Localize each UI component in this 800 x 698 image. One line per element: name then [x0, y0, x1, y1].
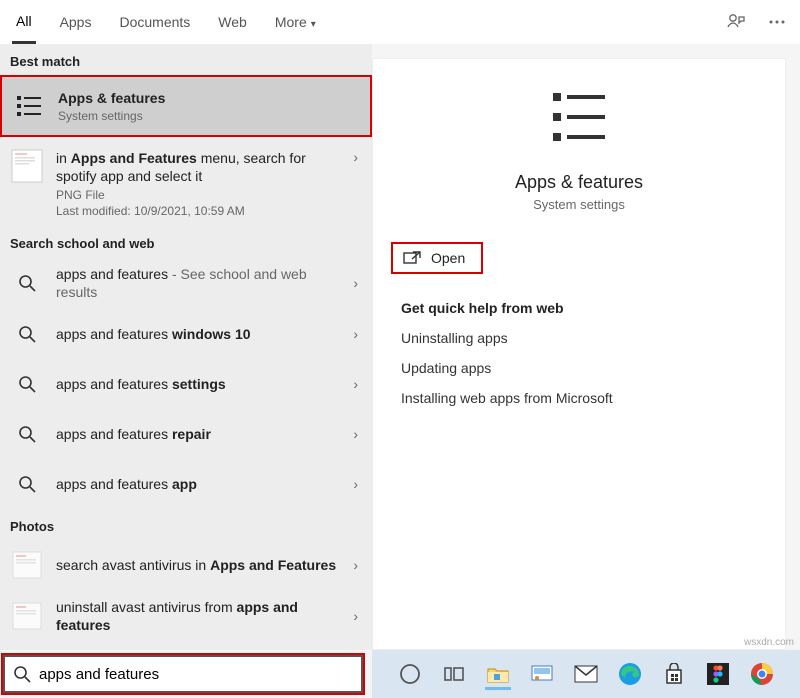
chevron-right-icon: › — [353, 376, 358, 392]
photo-result-1[interactable]: uninstall avast antivirus from apps and … — [0, 590, 372, 642]
search-icon — [10, 417, 44, 451]
web-result-1[interactable]: apps and features windows 10 › — [0, 309, 372, 359]
apps-features-icon — [12, 89, 46, 123]
chevron-right-icon: › — [353, 557, 358, 573]
preview-pane: Apps & features System settings Open Get… — [372, 58, 786, 650]
web-result-title: apps and features settings — [56, 375, 342, 393]
open-icon — [403, 250, 421, 266]
search-bar — [0, 650, 372, 698]
watermark: wsxdn.com — [744, 637, 794, 648]
web-result-2[interactable]: apps and features settings › — [0, 359, 372, 409]
tab-more[interactable]: More — [271, 2, 320, 42]
search-icon — [10, 317, 44, 351]
chevron-right-icon: › — [353, 149, 358, 165]
web-result-title: apps and features - See school and web r… — [56, 265, 342, 301]
web-result-title: apps and features windows 10 — [56, 325, 342, 343]
photo-thumbnail-icon — [10, 548, 44, 582]
web-result-0[interactable]: apps and features - See school and web r… — [0, 257, 372, 309]
help-link-1[interactable]: Updating apps — [401, 360, 757, 376]
png-modified: Last modified: 10/9/2021, 10:59 AM — [56, 204, 342, 218]
photo-thumbnail-icon — [10, 599, 44, 633]
web-result-3[interactable]: apps and features repair › — [0, 409, 372, 459]
taskbar-chrome-icon[interactable] — [749, 661, 775, 687]
more-options-icon[interactable] — [768, 13, 786, 31]
feedback-icon[interactable] — [726, 12, 746, 32]
help-link-0[interactable]: Uninstalling apps — [401, 330, 757, 346]
search-icon — [10, 266, 44, 300]
chevron-right-icon: › — [353, 608, 358, 624]
taskbar-figma-icon[interactable] — [705, 661, 731, 687]
search-icon — [10, 467, 44, 501]
section-best-match: Best match — [0, 44, 372, 75]
tab-all[interactable]: All — [12, 1, 36, 44]
web-result-title: apps and features app — [56, 475, 342, 493]
png-title: in Apps and Features menu, search for sp… — [56, 149, 342, 185]
help-link-2[interactable]: Installing web apps from Microsoft — [401, 390, 757, 406]
preview-icon — [543, 87, 615, 151]
search-icon — [10, 367, 44, 401]
search-input[interactable] — [39, 666, 361, 683]
best-match-title: Apps & features — [58, 89, 340, 107]
png-filetype: PNG File — [56, 188, 342, 202]
taskbar-mail-icon[interactable] — [573, 661, 599, 687]
web-result-title: apps and features repair — [56, 425, 342, 443]
results-pane: Best match Apps & features System settin… — [0, 44, 372, 650]
png-result[interactable]: in Apps and Features menu, search for sp… — [0, 137, 372, 225]
open-button[interactable]: Open — [391, 242, 483, 274]
chevron-right-icon: › — [353, 476, 358, 492]
search-icon — [13, 665, 31, 683]
best-match-subtitle: System settings — [58, 109, 340, 123]
chevron-right-icon: › — [353, 326, 358, 342]
taskbar-edge-icon[interactable] — [617, 661, 643, 687]
taskbar-store-icon[interactable] — [661, 661, 687, 687]
open-label: Open — [431, 250, 465, 266]
png-thumbnail-icon — [10, 149, 44, 183]
best-match-result[interactable]: Apps & features System settings — [0, 75, 372, 137]
taskbar-taskview-icon[interactable] — [441, 661, 467, 687]
web-result-4[interactable]: apps and features app › — [0, 459, 372, 509]
preview-subtitle: System settings — [373, 197, 785, 212]
tab-documents[interactable]: Documents — [115, 2, 194, 42]
chevron-right-icon: › — [353, 275, 358, 291]
chevron-right-icon: › — [353, 426, 358, 442]
section-search-web: Search school and web — [0, 226, 372, 257]
taskbar-cortana-icon[interactable] — [397, 661, 423, 687]
photo-result-0[interactable]: search avast antivirus in Apps and Featu… — [0, 540, 372, 590]
photo-result-title: uninstall avast antivirus from apps and … — [56, 598, 342, 634]
preview-title: Apps & features — [373, 172, 785, 193]
help-title: Get quick help from web — [401, 300, 757, 316]
taskbar — [372, 650, 800, 698]
filter-tabs: All Apps Documents Web More — [0, 0, 800, 44]
photo-result-title: search avast antivirus in Apps and Featu… — [56, 556, 342, 574]
taskbar-explorer-icon[interactable] — [485, 664, 511, 690]
tab-web[interactable]: Web — [214, 2, 251, 42]
taskbar-snip-icon[interactable] — [529, 661, 555, 687]
section-photos: Photos — [0, 509, 372, 540]
tab-apps[interactable]: Apps — [56, 2, 96, 42]
